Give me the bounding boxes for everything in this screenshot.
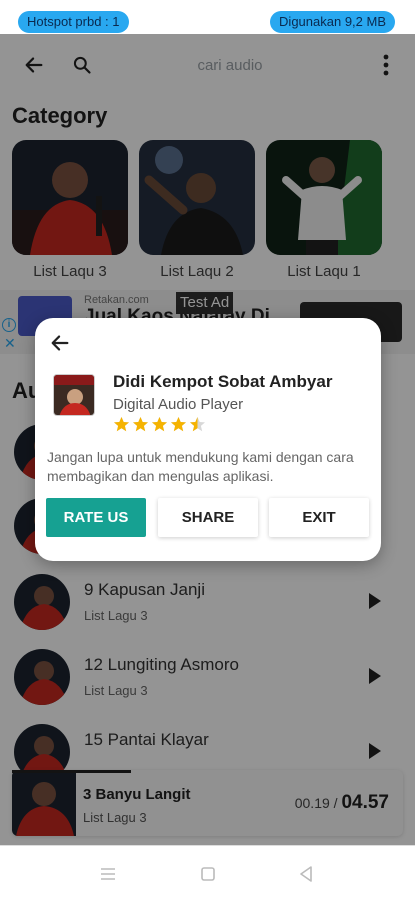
menu-lines-icon: [101, 867, 115, 880]
dialog-message: Jangan lupa untuk mendukung kami dengan …: [47, 449, 354, 484]
home-button[interactable]: [178, 846, 238, 900]
status-bar: Hotspot prbd : 1 Digunakan 9,2 MB: [0, 0, 415, 34]
rate-us-button[interactable]: RATE US: [46, 498, 146, 537]
share-button[interactable]: SHARE: [158, 498, 258, 537]
star-icon: [171, 417, 186, 432]
dialog-back-button[interactable]: [45, 328, 75, 358]
app-icon: [53, 374, 95, 416]
back-nav-button[interactable]: [276, 846, 336, 900]
exit-button[interactable]: EXIT: [269, 498, 369, 537]
app-name: Didi Kempot Sobat Ambyar: [113, 372, 333, 391]
recents-button[interactable]: [78, 846, 138, 900]
rate-dialog: Didi Kempot Sobat Ambyar Digital Audio P…: [35, 318, 381, 561]
star-icon: [152, 417, 167, 432]
triangle-back-icon: [300, 865, 312, 882]
app-category: Digital Audio Player: [113, 396, 244, 413]
system-nav-bar: [0, 845, 415, 900]
rating-stars: [113, 416, 206, 434]
star-icon: [133, 417, 148, 432]
arrow-left-icon: [51, 335, 69, 351]
star-icon: [190, 417, 205, 432]
star-icon: [114, 417, 129, 432]
data-usage-pill: Digunakan 9,2 MB: [270, 11, 395, 33]
square-icon: [201, 866, 215, 881]
hotspot-pill: Hotspot prbd : 1: [18, 11, 129, 33]
